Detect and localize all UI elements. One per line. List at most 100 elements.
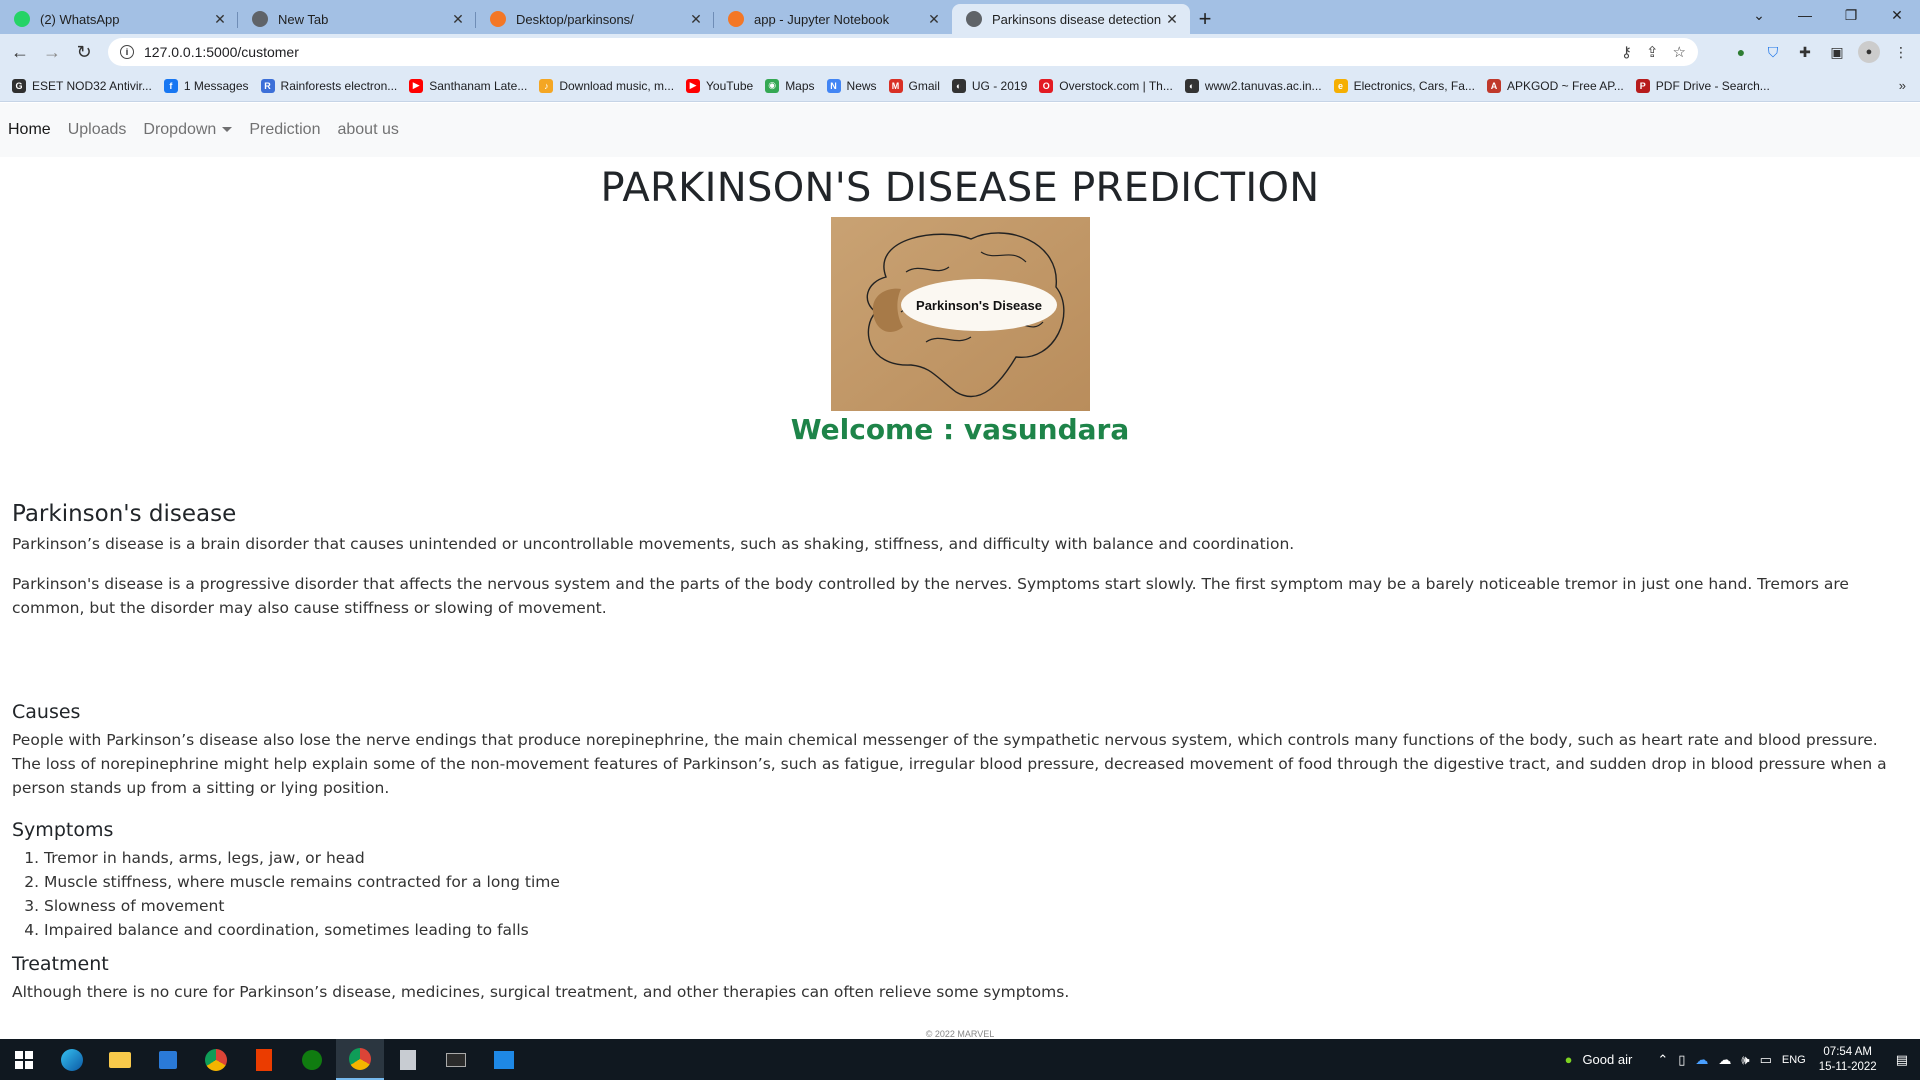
causes-heading: Causes <box>12 701 81 723</box>
device-icon[interactable]: ▯ <box>1678 1052 1685 1068</box>
close-window-button[interactable]: ✕ <box>1874 0 1920 30</box>
bookmark-item[interactable]: N News <box>826 78 877 93</box>
weather-leaf-icon[interactable]: ● <box>1565 1052 1573 1067</box>
bookmark-favicon-icon: G <box>12 78 26 93</box>
tab-label: (2) WhatsApp <box>40 11 120 27</box>
nav-link-uploads[interactable]: Uploads <box>68 121 127 139</box>
chrome-taskbar-icon[interactable] <box>192 1039 240 1080</box>
bookmark-favicon-icon: ◐ <box>1184 78 1199 93</box>
profile-avatar[interactable]: ● <box>1858 41 1880 63</box>
extension-shield-icon[interactable]: ⛉ <box>1762 41 1784 63</box>
globe-icon <box>966 11 982 27</box>
bookmark-item[interactable]: ♪ Download music, m... <box>539 78 675 93</box>
notifications-icon[interactable]: ▤ <box>1896 1052 1908 1068</box>
site-info-icon[interactable]: i <box>120 45 134 59</box>
share-icon[interactable]: ⇪ <box>1646 43 1659 61</box>
bookmark-item[interactable]: ◐ www2.tanuvas.ac.in... <box>1184 78 1322 93</box>
nav-link-label: Prediction <box>249 121 321 138</box>
system-tray: ● Good air ⌃ ▯ ☁ ☁ 🕪 ▭ ENG 07:54 AM 15-1… <box>1560 1039 1920 1080</box>
language-indicator[interactable]: ENG <box>1782 1054 1806 1066</box>
treatment-heading: Treatment <box>12 953 109 975</box>
whatsapp-icon <box>14 11 30 27</box>
menu-kebab-icon[interactable]: ⋮ <box>1890 41 1912 63</box>
bookmark-label: PDF Drive - Search... <box>1655 78 1770 93</box>
browser-tab[interactable]: Desktop/parkinsons/ ✕ <box>476 4 714 34</box>
nav-link-home[interactable]: Home <box>8 121 51 139</box>
bookmark-item[interactable]: ▶ Santhanam Late... <box>409 78 527 93</box>
bookmark-label: Maps <box>785 78 815 93</box>
side-panel-icon[interactable]: ▣ <box>1826 41 1848 63</box>
onedrive-icon[interactable]: ☁ <box>1695 1052 1708 1068</box>
nav-link-dropdown[interactable]: Dropdown <box>143 121 233 139</box>
office-taskbar-icon[interactable] <box>240 1039 288 1080</box>
welcome-message: Welcome : vasundara <box>790 413 1130 446</box>
close-tab-icon[interactable]: ✕ <box>450 11 466 28</box>
nav-link-prediction[interactable]: Prediction <box>249 121 320 139</box>
minimize-button[interactable]: — <box>1782 0 1828 30</box>
bookmark-item[interactable]: ▶ YouTube <box>686 78 754 93</box>
bookmark-item[interactable]: O Overstock.com | Th... <box>1039 78 1173 93</box>
back-button[interactable]: ← <box>4 36 36 68</box>
python-taskbar-icon[interactable] <box>384 1039 432 1080</box>
edge-taskbar-icon[interactable] <box>48 1039 96 1080</box>
start-button[interactable] <box>0 1039 48 1080</box>
bookmark-label: Electronics, Cars, Fa... <box>1353 78 1475 93</box>
bookmark-label: ESET NOD32 Antivir... <box>32 78 152 93</box>
bookmark-item[interactable]: A APKGOD ~ Free AP... <box>1486 78 1624 93</box>
browser-tab[interactable]: (2) WhatsApp ✕ <box>0 4 238 34</box>
address-bar[interactable]: i 127.0.0.1:5000/customer ⚷ ⇪ ☆ <box>108 38 1698 66</box>
extension-globe-icon[interactable]: ● <box>1730 41 1752 63</box>
key-icon[interactable]: ⚷ <box>1621 43 1632 61</box>
symptom-item: Impaired balance and coordination, somet… <box>44 918 1908 942</box>
new-tab-button[interactable]: + <box>1190 4 1220 34</box>
forward-button[interactable]: → <box>36 36 68 68</box>
more-bookmarks-chevron-icon[interactable]: » <box>1899 78 1906 93</box>
restore-button[interactable]: ❐ <box>1828 0 1874 30</box>
terminal-taskbar-icon[interactable] <box>432 1039 480 1080</box>
bookmark-item[interactable]: e Electronics, Cars, Fa... <box>1333 78 1475 93</box>
nav-link-about-us[interactable]: about us <box>337 121 398 139</box>
xbox-taskbar-icon[interactable] <box>288 1039 336 1080</box>
bookmark-label: Download music, m... <box>559 78 675 93</box>
bookmark-item[interactable]: ◉ Maps <box>765 78 815 93</box>
chevron-up-icon[interactable]: ⌃ <box>1657 1052 1668 1068</box>
clock[interactable]: 07:54 AM 15-11-2022 <box>1819 1045 1877 1075</box>
bookmark-label: YouTube <box>706 78 754 93</box>
reload-button[interactable]: ↻ <box>68 36 100 68</box>
extensions-puzzle-icon[interactable]: ✚ <box>1794 41 1816 63</box>
extensions-area: ● ⛉ ✚ ▣ ● ⋮ <box>1730 38 1912 66</box>
bookmark-favicon-icon: P <box>1635 78 1650 93</box>
page-content: Parkinson's disease Parkinson’s disease … <box>0 502 1920 1004</box>
volume-icon[interactable]: 🕪 <box>1741 1052 1749 1068</box>
photos-taskbar-icon[interactable] <box>480 1039 528 1080</box>
cloud-icon[interactable]: ☁ <box>1718 1052 1731 1068</box>
close-tab-icon[interactable]: ✕ <box>926 11 942 28</box>
bookmark-item[interactable]: P PDF Drive - Search... <box>1635 78 1770 93</box>
bookmarks-bar: G ESET NOD32 Antivir... f 1 Messages R Rainfo… <box>0 70 1920 102</box>
bookmark-star-icon[interactable]: ☆ <box>1673 43 1686 61</box>
close-tab-icon[interactable]: ✕ <box>1164 11 1180 28</box>
weather-text[interactable]: Good air <box>1582 1052 1632 1067</box>
browser-tab[interactable]: New Tab ✕ <box>238 4 476 34</box>
tab-search-icon[interactable]: ⌄ <box>1736 0 1782 30</box>
caret-down-icon <box>222 127 233 133</box>
symptom-item: Tremor in hands, arms, legs, jaw, or hea… <box>44 846 1908 870</box>
symptoms-list: Tremor in hands, arms, legs, jaw, or hea… <box>44 846 1908 942</box>
nav-link-label: about us <box>337 121 399 138</box>
bookmark-item[interactable]: R Rainforests electron... <box>260 78 397 93</box>
close-tab-icon[interactable]: ✕ <box>212 11 228 28</box>
chrome-active-taskbar-icon[interactable] <box>336 1039 384 1080</box>
bookmark-item[interactable]: f 1 Messages <box>163 78 249 93</box>
bookmark-favicon-icon: f <box>163 78 178 93</box>
file-explorer-taskbar-icon[interactable] <box>96 1039 144 1080</box>
bookmark-item[interactable]: ◐ UG - 2019 <box>951 78 1027 93</box>
close-tab-icon[interactable]: ✕ <box>688 11 704 28</box>
bookmark-favicon-icon: N <box>826 78 841 93</box>
network-icon[interactable]: ▭ <box>1760 1052 1772 1068</box>
bookmark-item[interactable]: M Gmail <box>888 78 940 93</box>
browser-tab[interactable]: Parkinsons disease detection ✕ <box>952 4 1190 34</box>
browser-tab[interactable]: app - Jupyter Notebook ✕ <box>714 4 952 34</box>
store-taskbar-icon[interactable] <box>144 1039 192 1080</box>
bookmark-item[interactable]: G ESET NOD32 Antivir... <box>12 78 152 93</box>
tabs-container: (2) WhatsApp ✕ New Tab ✕ Desktop/parkinsons/… <box>0 4 1190 34</box>
